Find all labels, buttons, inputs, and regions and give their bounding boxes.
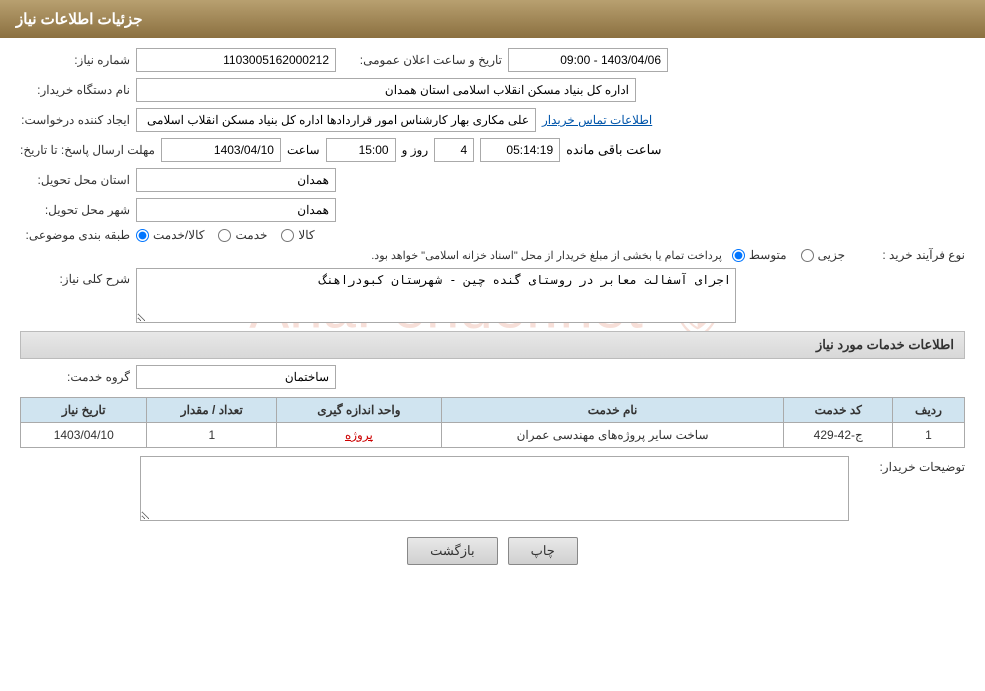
deadline-remaining-input[interactable] (480, 138, 560, 162)
deadline-days-label: روز و (402, 143, 429, 157)
services-table-section: ردیف کد خدمت نام خدمت واحد اندازه گیری ت… (20, 397, 965, 448)
deadline-time-label: ساعت (287, 143, 320, 157)
buyer-notes-row: توضیحات خریدار: (20, 456, 965, 521)
page-title: جزئیات اطلاعات نیاز (16, 11, 143, 28)
category-option-goods: کالا (281, 228, 314, 242)
deadline-row: مهلت ارسال پاسخ: تا تاریخ: ساعت روز و سا… (20, 138, 965, 162)
category-label: طبقه بندی موضوعی: (20, 228, 130, 242)
creator-label: ایجاد کننده درخواست: (20, 113, 130, 127)
purchase-type-note: پرداخت تمام یا بخشی از مبلغ خریدار از مح… (371, 249, 722, 262)
back-button[interactable]: بازگشت (407, 537, 497, 565)
purchase-type-row: نوع فرآیند خرید : جزیی متوسط پرداخت تمام… (20, 248, 965, 262)
category-option1-label: کالا (298, 228, 314, 242)
deadline-remaining-label: ساعت باقی مانده (566, 142, 661, 158)
city-row: شهر محل تحویل: (20, 198, 965, 222)
deadline-time-input[interactable] (326, 138, 396, 162)
creator-row: ایجاد کننده درخواست: اطلاعات تماس خریدار (20, 108, 965, 132)
purchase-type-radio-medium[interactable] (732, 249, 745, 262)
category-option-service: خدمت (218, 228, 267, 242)
buyer-org-label: نام دستگاه خریدار: (20, 83, 130, 97)
province-row: استان محل تحویل: (20, 168, 965, 192)
page-wrapper: جزئیات اطلاعات نیاز 🛡 AnaFender.net شمار… (0, 0, 985, 691)
purchase-type-radio-group: جزیی متوسط (732, 248, 845, 262)
category-radio-goods[interactable] (281, 229, 294, 242)
cell-need-date: 1403/04/10 (21, 423, 147, 448)
announcement-date-label: تاریخ و ساعت اعلان عمومی: (342, 53, 502, 67)
service-group-label: گروه خدمت: (20, 370, 130, 384)
col-service-name: نام خدمت (441, 398, 784, 423)
announcement-date-input[interactable] (508, 48, 668, 72)
buyer-notes-label: توضیحات خریدار: (855, 456, 965, 474)
buyer-org-row: نام دستگاه خریدار: (20, 78, 965, 102)
need-number-row: شماره نیاز: تاریخ و ساعت اعلان عمومی: (20, 48, 965, 72)
category-option3-label: کالا/خدمت (153, 228, 204, 242)
purchase-type-minor: جزیی (801, 248, 845, 262)
col-service-code: کد خدمت (784, 398, 893, 423)
button-row: چاپ بازگشت (20, 537, 965, 565)
category-option-both: کالا/خدمت (136, 228, 204, 242)
table-row: 1 ج-42-429 ساخت سایر پروژه‌های مهندسی عم… (21, 423, 965, 448)
category-radio-group: کالا خدمت کالا/خدمت (136, 228, 315, 242)
services-table: ردیف کد خدمت نام خدمت واحد اندازه گیری ت… (20, 397, 965, 448)
col-need-date: تاریخ نیاز (21, 398, 147, 423)
city-label: شهر محل تحویل: (20, 203, 130, 217)
province-label: استان محل تحویل: (20, 173, 130, 187)
print-button[interactable]: چاپ (508, 537, 578, 565)
province-input[interactable] (136, 168, 336, 192)
buyer-notes-textarea[interactable] (140, 456, 849, 521)
description-row: شرح کلی نیاز: اجرای آسفالت معابر در روست… (20, 268, 965, 323)
category-radio-both[interactable] (136, 229, 149, 242)
purchase-type-option1-label: جزیی (818, 248, 845, 262)
description-textarea[interactable]: اجرای آسفالت معابر در روستای گنده چین - … (136, 268, 736, 323)
cell-unit[interactable]: پروژه (277, 423, 441, 448)
services-section-title: اطلاعات خدمات مورد نیاز (20, 331, 965, 359)
col-row-number: ردیف (892, 398, 964, 423)
category-row: طبقه بندی موضوعی: کالا خدمت کالا/خدمت (20, 228, 965, 242)
creator-input[interactable] (136, 108, 536, 132)
cell-quantity: 1 (147, 423, 277, 448)
need-number-label: شماره نیاز: (20, 53, 130, 67)
description-label: شرح کلی نیاز: (20, 268, 130, 286)
service-group-row: گروه خدمت: (20, 365, 965, 389)
cell-row-number: 1 (892, 423, 964, 448)
form-content: شماره نیاز: تاریخ و ساعت اعلان عمومی: نا… (20, 48, 965, 565)
deadline-date-input[interactable] (161, 138, 281, 162)
cell-service-code: ج-42-429 (784, 423, 893, 448)
table-header: ردیف کد خدمت نام خدمت واحد اندازه گیری ت… (21, 398, 965, 423)
cell-service-name: ساخت سایر پروژه‌های مهندسی عمران (441, 423, 784, 448)
creator-contact-link[interactable]: اطلاعات تماس خریدار (542, 113, 652, 127)
category-radio-service[interactable] (218, 229, 231, 242)
deadline-days-input[interactable] (434, 138, 474, 162)
deadline-label: مهلت ارسال پاسخ: تا تاریخ: (20, 143, 155, 157)
need-number-input[interactable] (136, 48, 336, 72)
city-input[interactable] (136, 198, 336, 222)
service-group-input[interactable] (136, 365, 336, 389)
buyer-org-input[interactable] (136, 78, 636, 102)
purchase-type-medium: متوسط (732, 248, 787, 262)
main-form: 🛡 AnaFender.net شماره نیاز: تاریخ و ساعت… (20, 48, 965, 565)
col-quantity: تعداد / مقدار (147, 398, 277, 423)
purchase-type-option2-label: متوسط (749, 248, 787, 262)
category-option2-label: خدمت (235, 228, 267, 242)
page-header: جزئیات اطلاعات نیاز (0, 0, 985, 38)
purchase-type-label: نوع فرآیند خرید : (855, 248, 965, 262)
table-header-row: ردیف کد خدمت نام خدمت واحد اندازه گیری ت… (21, 398, 965, 423)
purchase-type-radio-minor[interactable] (801, 249, 814, 262)
col-unit: واحد اندازه گیری (277, 398, 441, 423)
table-body: 1 ج-42-429 ساخت سایر پروژه‌های مهندسی عم… (21, 423, 965, 448)
content-area: 🛡 AnaFender.net شماره نیاز: تاریخ و ساعت… (0, 38, 985, 591)
